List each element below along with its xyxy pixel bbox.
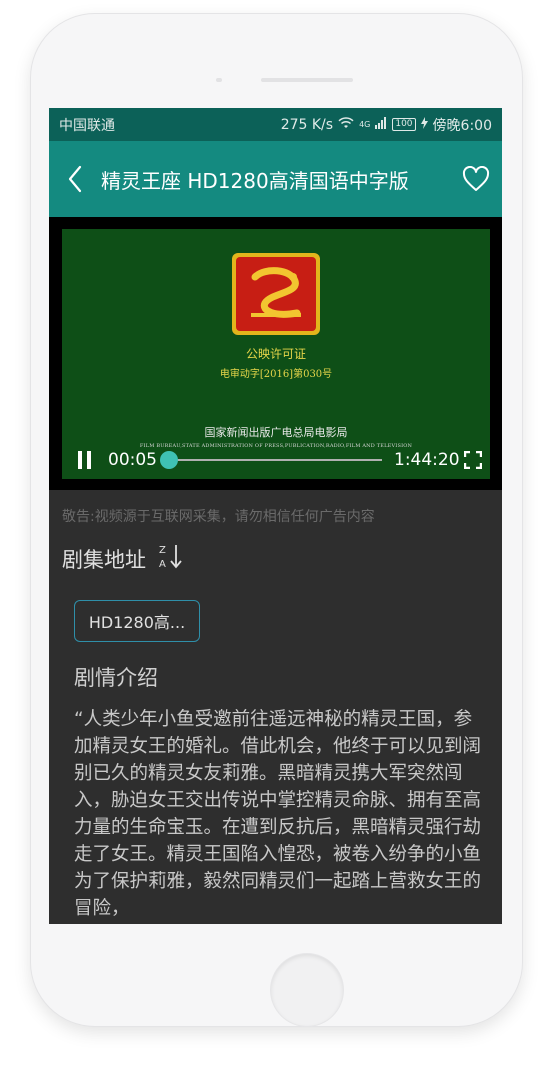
fullscreen-icon <box>464 451 482 469</box>
bureau-name: 国家新闻出版广电总局电影局 <box>204 426 348 439</box>
sort-za-icon: Z A <box>159 545 182 570</box>
license-number: 电审动字[2016]第030号 <box>219 369 333 380</box>
episode-chip[interactable]: HD1280高... <box>74 600 200 642</box>
pause-icon <box>78 451 91 469</box>
back-button[interactable] <box>49 165 101 193</box>
status-bar: 中国联通 275 K/s 4G 100 傍晚6:00 <box>49 108 502 141</box>
network-type-label: 4G <box>359 120 371 129</box>
network-speed: 275 K/s <box>280 116 334 133</box>
episodes-header: 剧集地址 Z A <box>62 542 184 575</box>
seek-bar[interactable] <box>159 450 382 470</box>
carrier-label: 中国联通 <box>59 117 115 134</box>
signal-icon <box>375 116 387 133</box>
synopsis-text: “人类少年小鱼受邀前往遥远神秘的精灵王国，参加精灵女王的婚礼。借此机会，他终于可… <box>74 709 482 919</box>
dragon-emblem-icon <box>251 267 301 318</box>
svg-text:Z: Z <box>159 545 166 556</box>
pause-button[interactable] <box>62 451 108 469</box>
page-title: 精灵王座 HD1280高清国语中字版 <box>101 168 409 193</box>
synopsis-heading: 剧情介绍 <box>74 666 158 690</box>
svg-text:A: A <box>159 559 166 570</box>
fullscreen-button[interactable] <box>456 451 490 469</box>
front-camera <box>216 78 222 82</box>
disclaimer-text: 敬告:视频源于互联网采集，请勿相信任何广告内容 <box>62 509 375 525</box>
wifi-icon <box>338 116 354 133</box>
license-title: 公映许可证 <box>245 347 306 361</box>
battery-icon: 100 <box>392 118 416 131</box>
screen: 中国联通 275 K/s 4G 100 傍晚6:00 精灵王座 HD1280高清… <box>49 108 502 924</box>
player-controls: 00:05 1:44:20 <box>62 444 490 476</box>
current-time: 00:05 <box>108 450 157 470</box>
earpiece-speaker <box>261 78 353 82</box>
duration: 1:44:20 <box>394 450 460 470</box>
sort-button[interactable]: Z A <box>158 542 184 575</box>
video-frame: 公映许可证 电审动字[2016]第030号 国家新闻出版广电总局电影局 FILM… <box>62 229 490 479</box>
heart-icon <box>462 166 490 191</box>
chevron-left-icon <box>68 165 82 193</box>
clock: 傍晚6:00 <box>432 117 492 134</box>
seek-thumb[interactable] <box>159 451 178 469</box>
favorite-button[interactable] <box>450 166 502 192</box>
episodes-heading: 剧集地址 <box>62 547 146 572</box>
seek-track <box>168 459 382 461</box>
app-bar: 精灵王座 HD1280高清国语中字版 <box>49 141 502 217</box>
dragon-logo <box>232 253 320 335</box>
home-button[interactable] <box>271 954 343 1026</box>
charging-icon <box>420 116 428 133</box>
